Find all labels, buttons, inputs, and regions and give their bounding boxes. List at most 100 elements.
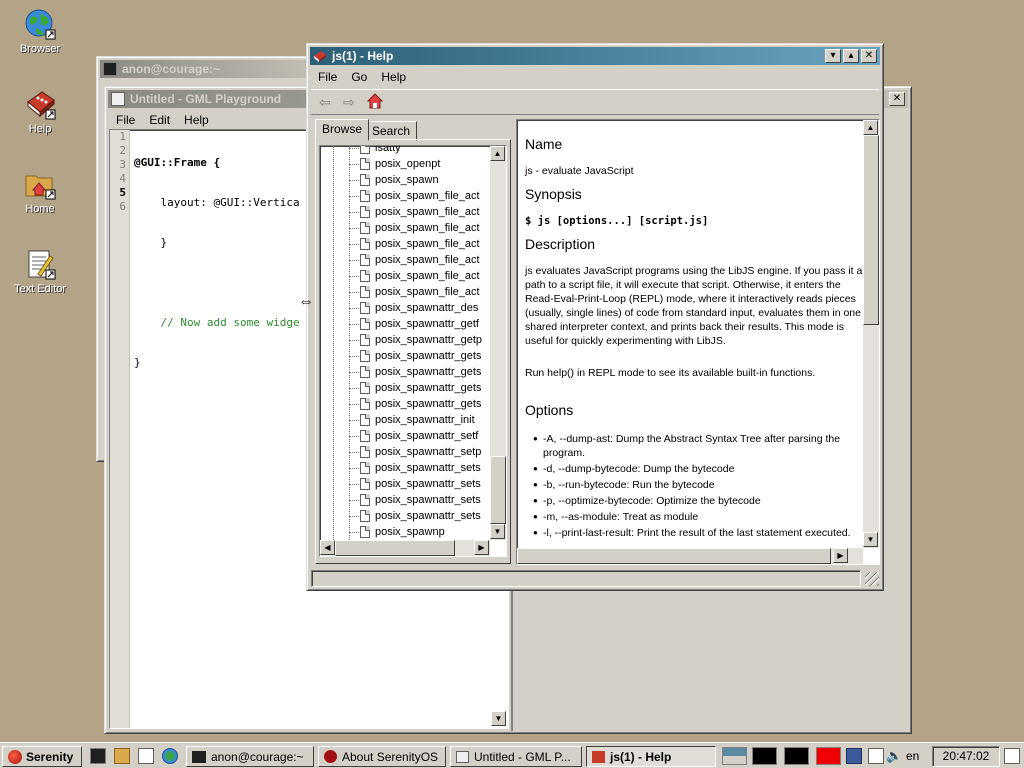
resize-grip-icon[interactable]	[865, 572, 879, 586]
tree-item[interactable]: posix_spawnattr_sets	[360, 508, 481, 524]
workspace-3[interactable]	[784, 747, 809, 765]
clock[interactable]: 20:47:02	[932, 746, 1000, 767]
tree-item[interactable]: posix_openpt	[360, 156, 440, 172]
topic-tree[interactable]: isatty posix_openpt posix_spawn posix_spawn…	[319, 145, 507, 557]
scroll-up-button[interactable]: ▲	[863, 120, 878, 135]
man-page-view[interactable]: Name js - evaluate JavaScript Synopsis $…	[516, 119, 880, 565]
tree-item[interactable]: posix_spawnp	[360, 524, 445, 540]
status-bar	[311, 570, 861, 587]
tree-item[interactable]: posix_spawn_file_act	[360, 188, 480, 204]
tree-item[interactable]: isatty	[360, 146, 401, 156]
tree-guide-line	[349, 292, 359, 293]
scroll-thumb[interactable]	[490, 456, 506, 524]
page-icon	[360, 238, 370, 250]
tree-item[interactable]: posix_spawn	[360, 172, 439, 188]
tree-guide-line	[349, 436, 359, 437]
network-icon[interactable]	[846, 748, 862, 764]
desktop-icon-label: Text Editor	[14, 283, 66, 295]
forward-arrow-icon[interactable]: ⇨	[343, 94, 355, 111]
menu-file[interactable]: File	[109, 113, 142, 127]
maximize-button[interactable]: ▴	[843, 49, 859, 63]
synopsis-text: $ js [options...] [script.js]	[525, 215, 709, 227]
tree-item[interactable]: posix_spawnattr_init	[360, 412, 475, 428]
clipboard-icon[interactable]	[868, 748, 884, 764]
menu-help[interactable]: Help	[177, 113, 216, 127]
tree-guide-line	[349, 388, 359, 389]
tree-item[interactable]: posix_spawn_file_act	[360, 236, 480, 252]
menu-file[interactable]: File	[311, 70, 344, 84]
desktop-icon-text-editor[interactable]: Text Editor	[4, 248, 76, 295]
scroll-thumb[interactable]	[517, 548, 831, 564]
doc-vscrollbar[interactable]: ▲ ▼	[863, 120, 879, 548]
scroll-thumb[interactable]	[863, 135, 879, 325]
tree-item[interactable]: posix_spawnattr_gets	[360, 364, 481, 380]
file-manager-icon[interactable]	[114, 748, 130, 764]
terminal-titlebar[interactable]: anon@courage:~	[100, 60, 312, 78]
tree-item[interactable]: posix_spawnattr_getp	[360, 332, 482, 348]
tree-item[interactable]: posix_spawn_file_act	[360, 220, 480, 236]
task-gml-playground[interactable]: Untitled - GML P...	[450, 746, 582, 767]
tree-hscrollbar[interactable]: ◀ ▶	[320, 540, 490, 556]
task-terminal[interactable]: anon@courage:~	[186, 746, 314, 767]
preview-pane	[511, 585, 513, 731]
tree-item[interactable]: posix_spawnattr_getf	[360, 316, 479, 332]
scroll-down-button[interactable]: ▼	[490, 524, 505, 539]
desktop-icon-browser[interactable]: Browser	[4, 8, 76, 55]
workspace-2[interactable]	[752, 747, 777, 765]
notification-icon[interactable]	[1004, 748, 1020, 764]
scroll-down-button[interactable]: ▼	[863, 532, 878, 547]
tree-item[interactable]: posix_spawnattr_gets	[360, 348, 481, 364]
page-icon	[360, 510, 370, 522]
tree-item[interactable]: posix_spawn_file_act	[360, 268, 480, 284]
scroll-right-button[interactable]: ▶	[474, 540, 489, 555]
menu-edit[interactable]: Edit	[142, 113, 177, 127]
desktop-icon-home[interactable]: Home	[4, 168, 76, 215]
home-icon[interactable]	[366, 93, 384, 112]
workspace-4[interactable]	[816, 747, 841, 765]
menu-go[interactable]: Go	[344, 70, 374, 84]
tree-item[interactable]: posix_spawnattr_gets	[360, 396, 481, 412]
minimize-button[interactable]: ▾	[825, 49, 841, 63]
menu-help[interactable]: Help	[374, 70, 413, 84]
page-icon	[360, 430, 370, 442]
tree-item[interactable]: posix_spawnattr_gets	[360, 380, 481, 396]
workspace-1[interactable]	[722, 747, 747, 765]
tree-item[interactable]: posix_spawn_file_act	[360, 204, 480, 220]
scroll-up-button[interactable]: ▲	[490, 146, 505, 161]
help-title: js(1) - Help	[332, 49, 394, 63]
tree-vscrollbar[interactable]: ▲ ▼	[490, 146, 506, 540]
tree-item[interactable]: posix_spawn_file_act	[360, 252, 480, 268]
close-button[interactable]: ✕	[861, 49, 877, 63]
keyboard-layout[interactable]: en	[906, 749, 919, 763]
task-about-serenityos[interactable]: About SerenityOS	[318, 746, 446, 767]
tree-item[interactable]: posix_spawnattr_sets	[360, 476, 481, 492]
tree-item[interactable]: posix_spawnattr_setf	[360, 428, 478, 444]
scroll-left-button[interactable]: ◀	[320, 540, 335, 555]
volume-icon[interactable]: 🔈	[886, 748, 902, 764]
back-arrow-icon[interactable]: ⇦	[319, 94, 331, 111]
task-help[interactable]: js(1) - Help	[586, 746, 716, 767]
tree-item[interactable]: posix_spawnattr_sets	[360, 492, 481, 508]
help-titlebar[interactable]: js(1) - Help ▾ ▴ ✕	[310, 47, 880, 65]
desktop-icon-help[interactable]: Help	[4, 88, 76, 135]
tree-item[interactable]: posix_spawnattr_sets	[360, 460, 481, 476]
page-icon	[360, 302, 370, 314]
tab-browse[interactable]: Browse	[315, 119, 370, 141]
scroll-thumb[interactable]	[335, 540, 455, 556]
doc-hscrollbar[interactable]: ▶	[517, 548, 863, 564]
start-button[interactable]: Serenity	[2, 746, 82, 767]
tree-item[interactable]: posix_spawnattr_setp	[360, 444, 481, 460]
globe-icon[interactable]	[162, 748, 178, 764]
text-editor-icon[interactable]	[138, 748, 154, 764]
tree-item[interactable]: posix_spawn_file_act	[360, 284, 480, 300]
help-window[interactable]: js(1) - Help ▾ ▴ ✕ File Go Help ⇦ ⇨ Brow…	[306, 43, 884, 591]
scroll-down-button[interactable]: ▼	[491, 711, 506, 726]
tree-guide-line	[349, 372, 359, 373]
tree-item-label: posix_spawnattr_gets	[375, 382, 482, 394]
tab-search[interactable]: Search	[365, 121, 418, 141]
close-button[interactable]: ✕	[889, 92, 905, 106]
scroll-right-button[interactable]: ▶	[833, 548, 848, 563]
terminal-icon[interactable]	[90, 748, 106, 764]
help-book-icon	[592, 750, 605, 763]
tree-item[interactable]: posix_spawnattr_des	[360, 300, 478, 316]
